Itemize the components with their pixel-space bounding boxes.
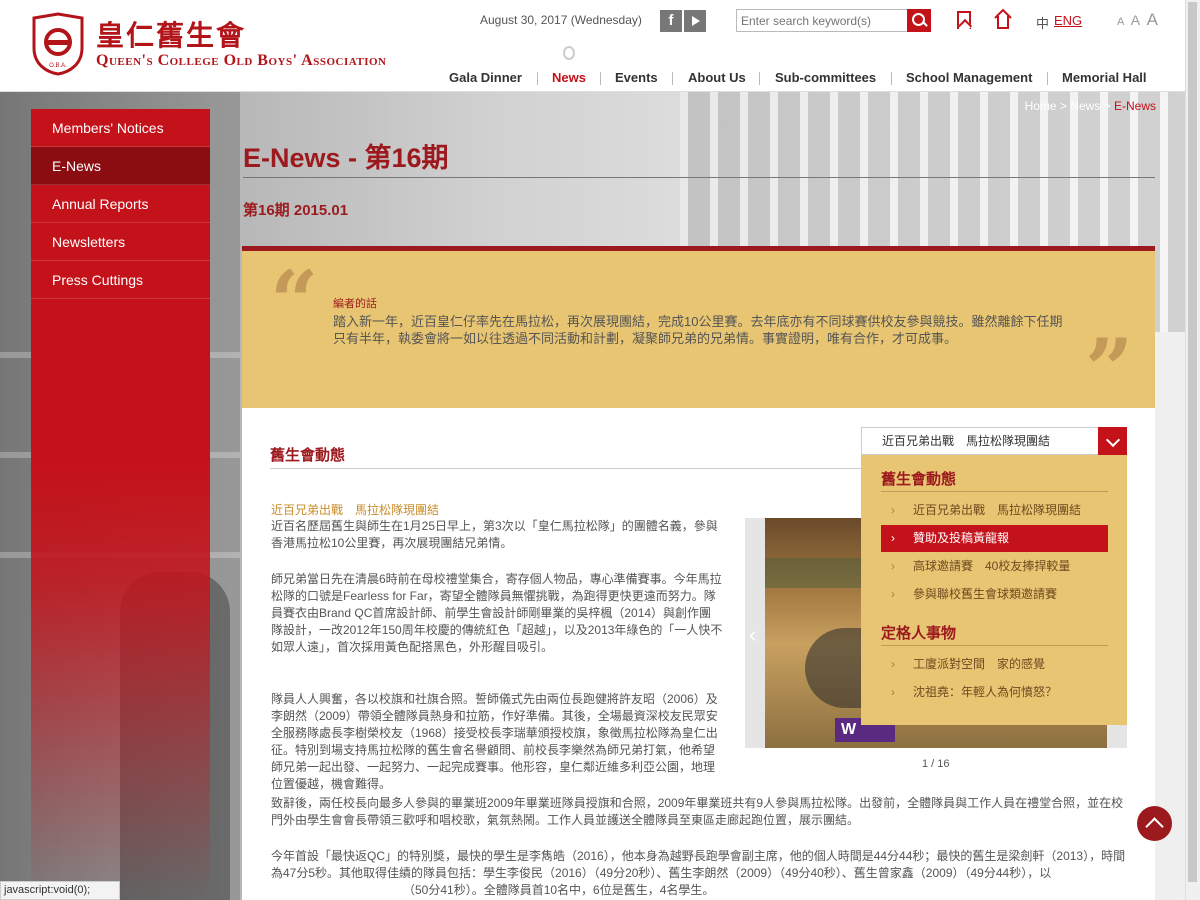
article-paragraph: 致辭後，兩任校長向最多人參與的畢業班2009年畢業班隊員授旗和合照，2009年畢… <box>271 796 1124 827</box>
section-title: 舊生會動態 <box>270 447 346 464</box>
bookmark-icon[interactable] <box>957 11 971 29</box>
youtube-icon[interactable] <box>684 10 706 32</box>
article-paragraph: （50分41秒）。全體隊員首10名中，6位是舊生，4名學生。 <box>403 883 715 897</box>
breadcrumb-current: E-News <box>1113 99 1156 113</box>
dropdown-group-heading: 舊生會動態 <box>881 471 957 488</box>
search-input[interactable] <box>736 9 908 32</box>
article-select[interactable]: 近百兄弟出戰 馬拉松隊現團結 <box>861 427 1127 455</box>
article-title: 近百兄弟出戰 馬拉松隊現團結 <box>271 503 440 517</box>
facebook-icon[interactable]: f <box>660 10 682 32</box>
lang-chinese-link[interactable]: 中 <box>1036 13 1049 32</box>
chevron-down-icon[interactable] <box>1098 427 1127 455</box>
issue-label: 第16期 2015.01 <box>243 202 349 219</box>
title-divider <box>243 177 1155 178</box>
font-size-controls: A A A <box>1117 10 1160 30</box>
sidebar: Members' Notices E-News Annual Reports N… <box>31 109 210 900</box>
editor-note-label: 編者的話 <box>333 298 377 310</box>
nav-school-management[interactable]: School Management <box>906 70 1032 85</box>
dropdown-group-heading: 定格人事物 <box>881 625 957 642</box>
lang-english-link[interactable]: ENG <box>1054 13 1082 28</box>
dropdown-item-active[interactable]: 贊助及投稿黃龍報 <box>881 525 1108 552</box>
scrollbar-thumb[interactable] <box>1188 2 1197 882</box>
logo-english-name[interactable]: Queen's College Old Boys' Association <box>96 52 386 70</box>
nav-memorial-hall[interactable]: Memorial Hall <box>1062 70 1147 85</box>
nav-news[interactable]: News <box>552 70 586 85</box>
breadcrumb-home[interactable]: Home <box>1025 99 1057 113</box>
logo-badge-text: O.B.A. <box>49 63 67 69</box>
nav-about-us[interactable]: About Us <box>688 70 746 85</box>
article-paragraph: 近百名歷屆舊生與師生在1月25日早上，第3次以「皇仁馬拉松隊」的團體名義，參與香… <box>271 519 718 550</box>
breadcrumb: Home > News > E-News <box>1024 99 1156 113</box>
article-paragraph: 隊員人人興奮，各以校旗和社旗合照。誓師儀式先由兩位長跑健將許友昭（2006）及李… <box>271 692 718 791</box>
sidebar-item-newsletters[interactable]: Newsletters <box>31 223 210 261</box>
dropdown-item[interactable]: 參與聯校舊生會球類邀請賽 <box>881 581 1108 608</box>
article-paragraph: 今年首設「最快返QC」的特別獎，最快的學生是李雋皓（2016），他本身為越野長跑… <box>271 849 1126 880</box>
sidebar-item-annual-reports[interactable]: Annual Reports <box>31 185 210 223</box>
font-size-large[interactable]: A <box>1147 10 1158 30</box>
breadcrumb-news[interactable]: News <box>1070 99 1100 113</box>
gallery-counter: 1 / 16 <box>922 758 950 770</box>
nav-sub-committees[interactable]: Sub-committees <box>775 70 876 85</box>
gallery-prev-arrow-icon[interactable]: ‹ <box>749 622 756 648</box>
sidebar-item-e-news[interactable]: E-News <box>31 147 210 185</box>
font-size-small[interactable]: A <box>1117 16 1124 28</box>
search-button[interactable] <box>907 9 931 32</box>
sidebar-item-members-notices[interactable]: Members' Notices <box>31 109 210 147</box>
home-icon[interactable] <box>993 8 1013 30</box>
site-header: O.B.A. 皇仁舊生會 Queen's College Old Boys' A… <box>0 0 1200 92</box>
page-title: E-News - 第16期 <box>243 143 449 173</box>
nav-events[interactable]: Events <box>615 70 658 85</box>
school-crest-logo[interactable]: O.B.A. <box>30 12 86 76</box>
back-to-top-button[interactable] <box>1137 806 1172 841</box>
close-quote-icon: ” <box>1085 320 1134 419</box>
open-quote-icon: “ <box>270 252 319 351</box>
dropdown-item[interactable]: 工廈派對空間 家的感覺 <box>881 651 1108 678</box>
editor-note-text: 踏入新一年，近百皇仁仔率先在馬拉松，再次展現團結，完成10公里賽。去年底亦有不同… <box>333 314 1063 346</box>
article-paragraph: 師兄弟當日先在清晨6時前在母校禮堂集合，寄存個人物品，專心準備賽事。今年馬拉松隊… <box>271 572 723 654</box>
nav-gala-dinner[interactable]: Gala Dinner <box>449 70 522 85</box>
current-date: August 30, 2017 (Wednesday) <box>480 13 642 27</box>
browser-status-bar: javascript:void(0); <box>0 881 120 900</box>
sidebar-item-press-cuttings[interactable]: Press Cuttings <box>31 261 210 299</box>
small-crest-icon <box>563 46 575 60</box>
dropdown-item[interactable]: 高球邀請賽 40校友捧捍較量 <box>881 553 1108 580</box>
dropdown-item[interactable]: 沈祖堯：年輕人為何憤怒？ <box>881 679 1108 706</box>
logo-chinese-name[interactable]: 皇仁舊生會 <box>96 14 246 54</box>
font-size-medium[interactable]: A <box>1131 12 1140 28</box>
dropdown-item[interactable]: 近百兄弟出戰 馬拉松隊現團結 <box>881 497 1108 524</box>
